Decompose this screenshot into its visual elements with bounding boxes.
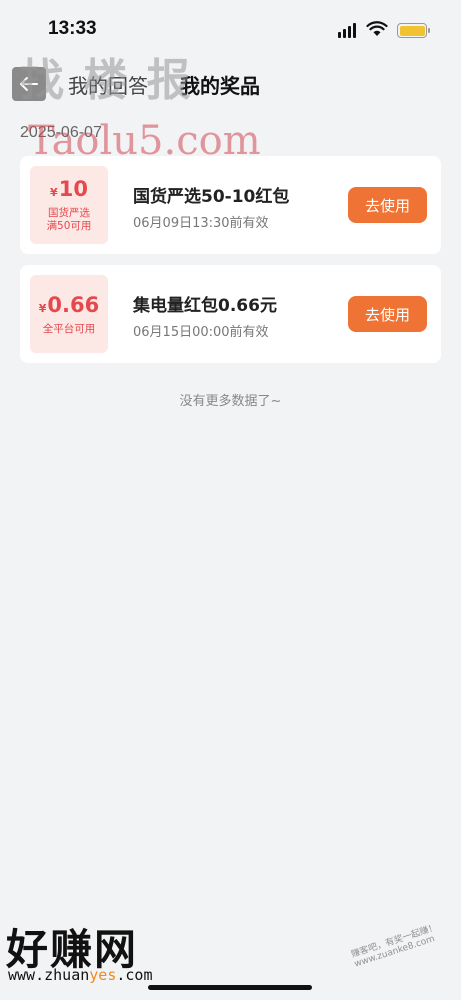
- tab-my-prizes[interactable]: 我的奖品: [180, 70, 260, 99]
- use-coupon-button[interactable]: 去使用: [348, 296, 427, 332]
- watermark-logo: 好赚网: [6, 925, 139, 974]
- tab-my-answers[interactable]: 我的回答: [68, 70, 148, 99]
- home-indicator[interactable]: [148, 985, 312, 990]
- arrow-left-icon: [20, 77, 38, 91]
- wifi-icon: [366, 21, 388, 36]
- coupon-card: ¥10 国货严选 满50可用 国货严选50-10红包 06月09日13:30前有…: [20, 156, 441, 254]
- coupon-expiry: 06月15日00:00前有效: [133, 325, 269, 340]
- coupon-expiry: 06月09日13:30前有效: [133, 216, 269, 231]
- coupon-title: 集电量红包0.66元: [133, 296, 277, 316]
- cellular-signal-icon: [338, 22, 358, 38]
- no-more-data-text: 没有更多数据了~: [179, 394, 282, 409]
- status-bar: 13:33: [0, 0, 461, 56]
- coupon-condition: 国货严选 满50可用: [46, 207, 92, 232]
- watermark-right: 赚客吧，有奖一起赚！ www.zuanke8.com: [350, 922, 439, 970]
- coupon-badge: ¥10 国货严选 满50可用: [30, 166, 108, 244]
- back-button[interactable]: [12, 67, 46, 101]
- date-label: 2025-06-07: [20, 124, 102, 141]
- watermark-url: www.zhuanyes.com: [8, 966, 153, 984]
- status-time: 13:33: [48, 18, 97, 39]
- coupon-amount: ¥0.66: [38, 292, 100, 317]
- coupon-card: ¥0.66 全平台可用 集电量红包0.66元 06月15日00:00前有效 去使…: [20, 265, 441, 363]
- coupon-title: 国货严选50-10红包: [133, 187, 290, 207]
- coupon-amount: ¥10: [50, 177, 88, 201]
- use-coupon-button[interactable]: 去使用: [348, 187, 427, 223]
- page-header: 我的回答 我的奖品: [0, 60, 461, 106]
- battery-icon: [397, 23, 430, 38]
- coupon-condition: 全平台可用: [42, 322, 96, 335]
- coupon-badge: ¥0.66 全平台可用: [30, 275, 108, 353]
